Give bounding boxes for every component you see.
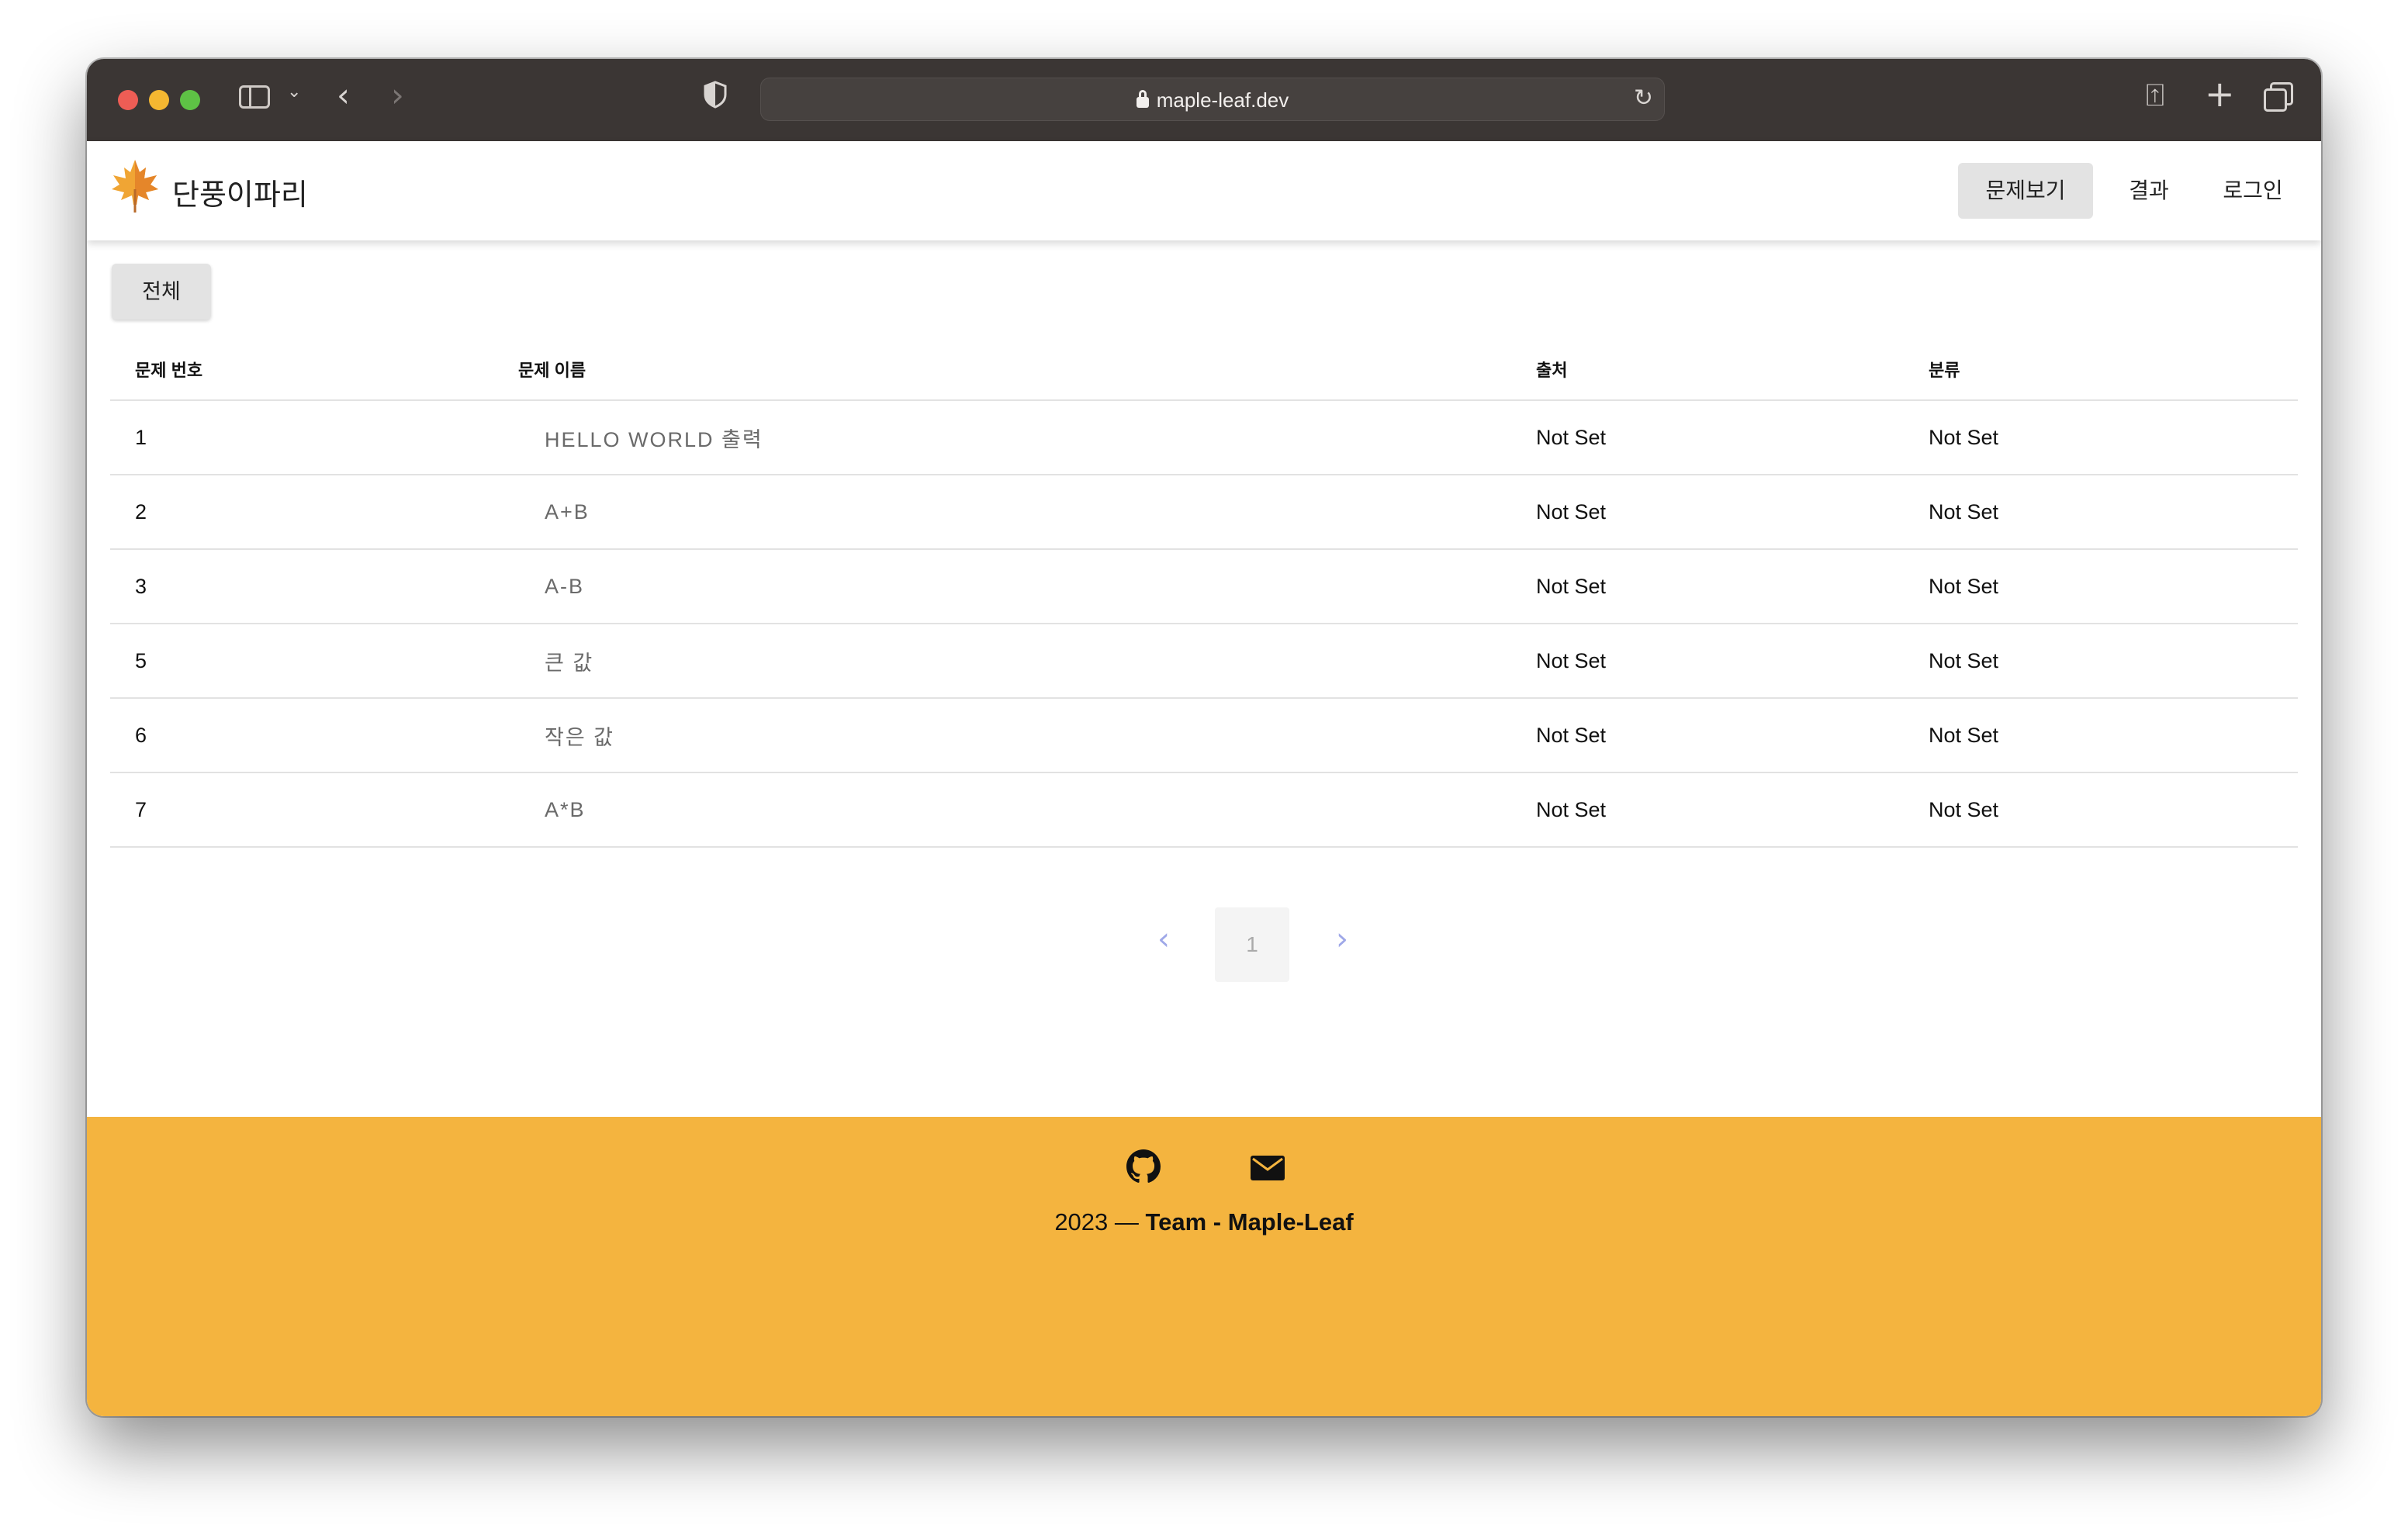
table-row[interactable]: 3 A-B Not Set Not Set [110,549,2298,624]
problem-title-link[interactable]: A*B [493,772,1511,848]
problem-source: Not Set [1511,475,1904,550]
table-row[interactable]: 2 A+B Not Set Not Set [110,475,2298,550]
new-tab-icon[interactable]: + [2205,73,2235,115]
lock-icon [1136,90,1149,108]
table-row[interactable]: 6 작은 값 Not Set Not Set [110,698,2298,773]
chevron-right-icon[interactable]: › [1336,921,1348,957]
table-header-row: 문제 번호 문제 이름 출처 분류 [110,338,2298,401]
forward-arrow-icon[interactable]: › [391,76,404,114]
problem-table: 문제 번호 문제 이름 출처 분류 1 HELLO WORLD 출력 Not S… [110,338,2298,848]
brand-name[interactable]: 단풍이파리 [172,171,308,213]
url-text: maple-leaf.dev [1156,88,1289,112]
browser-toolbar: ⌄ ‹ › maple-leaf.dev ↻ ⍐ + [87,59,2321,141]
column-header-category: 분류 [1904,338,2298,401]
nav-problems-button[interactable]: 문제보기 [1958,163,2093,219]
chevron-down-icon[interactable]: ⌄ [287,82,301,102]
copyright-year: 2023 — [1054,1208,1146,1236]
filter-all-button[interactable]: 전체 [112,264,211,320]
minimize-window-button[interactable] [149,90,169,110]
page-number-button[interactable]: 1 [1215,907,1289,982]
column-header-title: 문제 이름 [493,338,1511,401]
problem-source: Not Set [1511,400,1904,475]
problem-title-link[interactable]: A+B [493,475,1511,550]
problem-number: 3 [110,549,493,624]
chevron-left-icon[interactable]: ‹ [1157,921,1170,957]
problem-category: Not Set [1904,400,2298,475]
sidebar-toggle-icon[interactable] [239,85,270,109]
problem-title-link[interactable]: 큰 값 [493,624,1511,699]
shield-icon[interactable] [703,81,728,109]
close-window-button[interactable] [118,90,138,110]
problem-title-link[interactable]: HELLO WORLD 출력 [493,400,1511,475]
zoom-window-button[interactable] [180,90,200,110]
mail-icon[interactable] [1251,1156,1285,1180]
copyright-text: 2023 — Team - Maple-Leaf [87,1208,2321,1236]
maple-leaf-logo-icon[interactable] [110,158,160,214]
nav-login-button[interactable]: 로그인 [2205,163,2301,219]
browser-window: ⌄ ‹ › maple-leaf.dev ↻ ⍐ + 단풍이파리 문제보기 결과… [87,59,2321,1416]
app-header: 단풍이파리 문제보기 결과 로그인 [87,141,2321,240]
github-icon[interactable] [1126,1149,1161,1184]
problem-category: Not Set [1904,624,2298,699]
problem-source: Not Set [1511,549,1904,624]
problem-number: 5 [110,624,493,699]
problem-number: 7 [110,772,493,848]
team-name: Team - Maple-Leaf [1145,1208,1354,1236]
problem-category: Not Set [1904,772,2298,848]
table-row[interactable]: 5 큰 값 Not Set Not Set [110,624,2298,699]
problem-number: 1 [110,400,493,475]
problem-source: Not Set [1511,624,1904,699]
site-footer: 2023 — Team - Maple-Leaf [87,1117,2321,1416]
problem-title-link[interactable]: A-B [493,549,1511,624]
share-icon[interactable]: ⍐ [2146,78,2164,113]
problem-category: Not Set [1904,475,2298,550]
column-header-source: 출처 [1511,338,1904,401]
table-row[interactable]: 1 HELLO WORLD 출력 Not Set Not Set [110,400,2298,475]
problem-title-link[interactable]: 작은 값 [493,698,1511,773]
reload-icon[interactable]: ↻ [1634,85,1653,112]
problem-source: Not Set [1511,698,1904,773]
url-display: maple-leaf.dev [761,88,1664,112]
problem-source: Not Set [1511,772,1904,848]
problem-number: 2 [110,475,493,550]
problem-number: 6 [110,698,493,773]
problem-category: Not Set [1904,698,2298,773]
address-bar[interactable]: maple-leaf.dev ↻ [760,78,1665,121]
problem-category: Not Set [1904,549,2298,624]
nav-results-button[interactable]: 결과 [2104,163,2194,219]
column-header-number: 문제 번호 [110,338,493,401]
tab-overview-icon[interactable] [2264,82,2293,112]
back-arrow-icon[interactable]: ‹ [337,76,350,114]
table-row[interactable]: 7 A*B Not Set Not Set [110,772,2298,848]
